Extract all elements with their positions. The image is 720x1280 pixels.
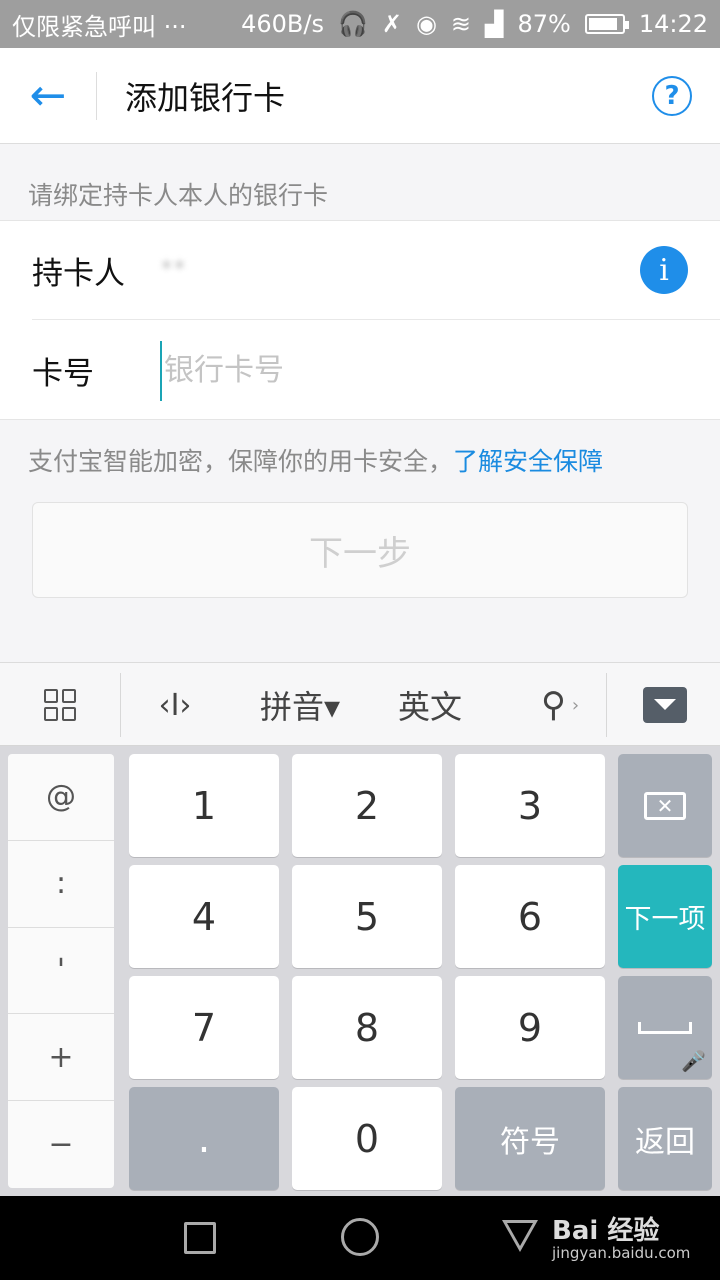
collapse-keyboard-button[interactable] <box>610 663 720 747</box>
digit-key[interactable]: 0 <box>292 1087 442 1190</box>
bind-hint: 请绑定持卡人本人的银行卡 <box>28 181 329 210</box>
symbol-key[interactable]: ' <box>8 928 114 1015</box>
back-arrow-icon: ← <box>29 70 67 121</box>
keyboard-toolbar: ‹I› 拼音▾ 英文 ⚲ › <box>0 662 720 746</box>
mute-icon: ✗ <box>381 10 402 38</box>
wifi-icon: ≋ <box>450 10 472 38</box>
digit-key[interactable]: 5 <box>292 865 442 968</box>
microphone-icon: 🎤 <box>681 1049 706 1073</box>
chevron-right-icon: › <box>571 694 580 716</box>
digit-key[interactable]: 2 <box>292 754 442 857</box>
header-divider <box>96 71 97 120</box>
collapse-icon <box>643 687 687 723</box>
search-button[interactable]: ⚲ › <box>520 663 600 747</box>
numeric-keyboard: @ : ' + − 1 2 3 ✕ 4 5 6 下一项 7 8 9 🎤 . 0 … <box>0 746 720 1196</box>
next-field-key[interactable]: 下一项 <box>618 865 712 968</box>
card-form: 持卡人 ** i 卡号 <box>0 220 720 420</box>
security-link[interactable]: 了解安全保障 <box>453 447 603 476</box>
card-number-row: 卡号 <box>32 321 720 420</box>
status-bar: 仅限紧急呼叫 ··· 460B/s 🎧 ✗ ◉ ≋ ▟ 87% 14:22 <box>0 0 720 48</box>
holder-info-button[interactable]: i <box>640 246 688 294</box>
digit-key[interactable]: 6 <box>455 865 605 968</box>
network-speed: 460B/s <box>241 10 324 38</box>
english-tab[interactable]: 英文 <box>370 663 490 747</box>
backspace-key[interactable]: ✕ <box>618 754 712 857</box>
recents-button[interactable] <box>184 1222 216 1254</box>
search-icon: ⚲ <box>540 685 566 725</box>
next-step-button[interactable]: 下一步 <box>32 502 688 598</box>
battery-percent: 87% <box>517 10 571 38</box>
digit-key[interactable]: 3 <box>455 754 605 857</box>
backspace-icon: ✕ <box>644 791 686 820</box>
grid-icon <box>44 689 76 721</box>
home-button[interactable] <box>341 1218 379 1256</box>
system-nav-bar: Bai 经验 jingyan.baidu.com <box>0 1196 720 1280</box>
digit-key[interactable]: 7 <box>129 976 279 1079</box>
pinyin-tab[interactable]: 拼音▾ <box>240 663 360 747</box>
digit-key[interactable]: 8 <box>292 976 442 1079</box>
space-key[interactable]: 🎤 <box>618 976 712 1079</box>
symbol-column: @ : ' + − <box>8 754 114 1188</box>
symbol-key[interactable]: : <box>8 841 114 928</box>
dot-key[interactable]: . <box>129 1087 279 1190</box>
clock: 14:22 <box>638 10 708 38</box>
holder-name: ** <box>160 255 186 285</box>
return-key[interactable]: 返回 <box>618 1087 712 1190</box>
cursor-button[interactable]: ‹I› <box>130 663 220 747</box>
eye-icon: ◉ <box>415 10 437 38</box>
page-title: 添加银行卡 <box>125 78 286 117</box>
cursor-icon: ‹I› <box>158 687 192 723</box>
watermark-logo: Bai 经验 <box>552 1216 660 1246</box>
back-button[interactable]: ← <box>0 48 96 144</box>
security-note: 支付宝智能加密，保障你的用卡安全，了解安全保障 <box>28 442 603 478</box>
digit-key[interactable]: 4 <box>129 865 279 968</box>
headphones-icon: 🎧 <box>337 10 368 38</box>
symbol-key[interactable]: + <box>8 1014 114 1102</box>
info-icon: i <box>659 252 669 288</box>
digit-key[interactable]: 9 <box>455 976 605 1079</box>
question-icon: ? <box>664 80 680 111</box>
keyboard-menu-button[interactable] <box>0 663 120 747</box>
app-header: ← 添加银行卡 ? <box>0 48 720 144</box>
symbols-key[interactable]: 符号 <box>455 1087 605 1190</box>
symbol-key[interactable]: − <box>8 1101 114 1188</box>
holder-label: 持卡人 <box>32 255 125 292</box>
signal-icon: ▟ <box>485 10 504 38</box>
digit-key[interactable]: 1 <box>129 754 279 857</box>
security-text: 支付宝智能加密，保障你的用卡安全， <box>28 447 454 476</box>
symbol-key[interactable]: @ <box>8 754 114 841</box>
carrier-text: 仅限紧急呼叫 ··· <box>12 12 187 41</box>
card-number-input[interactable] <box>160 340 720 401</box>
battery-icon <box>584 14 629 34</box>
card-number-label: 卡号 <box>32 356 94 392</box>
space-icon <box>638 1021 692 1034</box>
holder-row: 持卡人 ** i <box>32 221 720 320</box>
watermark-url: jingyan.baidu.com <box>552 1244 691 1262</box>
back-nav-button[interactable] <box>502 1220 538 1252</box>
help-button[interactable]: ? <box>652 75 692 116</box>
